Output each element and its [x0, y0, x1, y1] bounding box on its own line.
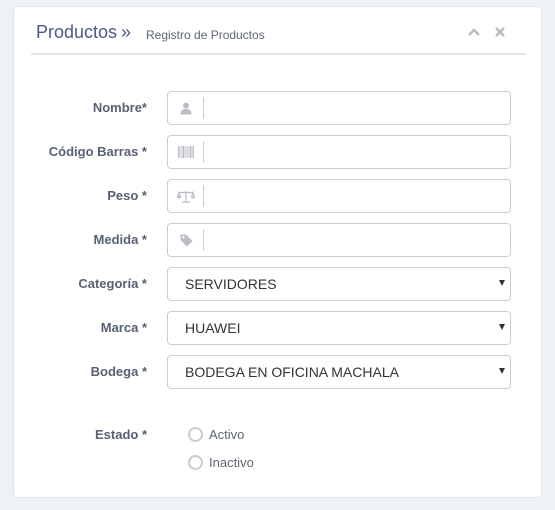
radio-circle[interactable]: [188, 454, 203, 470]
addon-divider: [203, 229, 204, 251]
caret-down-icon: [499, 368, 505, 374]
addon-divider: [203, 97, 204, 119]
panel-header: Productos» Registro de Productos: [31, 7, 526, 55]
radio-activo[interactable]: Activo: [188, 424, 244, 444]
codigo-barras-input-group: [167, 135, 511, 169]
chevron-up-icon[interactable]: [467, 25, 481, 39]
marca-selected-value: HUAWEI: [185, 320, 241, 336]
row-categoria: Categoría * SERVIDORES: [14, 267, 543, 301]
panel-tools: [459, 25, 507, 39]
marca-label: Marca *: [100, 320, 147, 335]
radio-activo-label: Activo: [209, 426, 245, 442]
page-title: Productos»: [36, 22, 131, 43]
row-bodega: Bodega * BODEGA EN OFICINA MACHALA: [14, 355, 543, 389]
nombre-input-group: [167, 91, 511, 125]
categoria-select[interactable]: SERVIDORES: [167, 267, 511, 301]
radio-circle[interactable]: [188, 426, 203, 442]
row-codigo-barras: Código Barras *: [14, 135, 543, 169]
codigo-barras-label: Código Barras *: [48, 144, 147, 159]
breadcrumb-separator: »: [121, 22, 132, 42]
addon-divider: [203, 141, 204, 163]
user-icon: [168, 92, 204, 124]
peso-input[interactable]: [205, 181, 505, 211]
title-text: Productos: [36, 22, 118, 42]
row-medida: Medida *: [14, 223, 543, 257]
codigo-barras-input[interactable]: [205, 137, 505, 167]
medida-label: Medida *: [93, 232, 147, 247]
caret-down-icon: [499, 280, 505, 286]
close-icon[interactable]: [493, 25, 507, 39]
row-nombre: Nombre*: [14, 91, 543, 125]
peso-input-group: [167, 179, 511, 213]
nombre-input[interactable]: [205, 93, 505, 123]
radio-inactivo-label: Inactivo: [209, 454, 254, 470]
categoria-selected-value: SERVIDORES: [185, 276, 277, 292]
page-subtitle: Registro de Productos: [146, 28, 265, 42]
bodega-label: Bodega *: [90, 364, 147, 379]
medida-input[interactable]: [205, 225, 505, 255]
marca-select[interactable]: HUAWEI: [167, 311, 511, 345]
bodega-selected-value: BODEGA EN OFICINA MACHALA: [185, 364, 399, 380]
product-form-panel: Productos» Registro de Productos Nombre*…: [13, 6, 542, 498]
barcode-icon: [168, 136, 204, 168]
radio-inactivo[interactable]: Inactivo: [188, 452, 254, 472]
peso-label: Peso *: [107, 188, 147, 203]
bodega-select[interactable]: BODEGA EN OFICINA MACHALA: [167, 355, 511, 389]
nombre-label: Nombre*: [92, 100, 147, 115]
caret-down-icon: [499, 324, 505, 330]
row-marca: Marca * HUAWEI: [14, 311, 543, 345]
medida-input-group: [167, 223, 511, 257]
estado-label: Estado *: [94, 427, 147, 442]
row-peso: Peso *: [14, 179, 543, 213]
categoria-label: Categoría *: [78, 276, 147, 291]
balance-scale-icon: [168, 180, 204, 212]
addon-divider: [203, 185, 204, 207]
row-estado: Estado *: [14, 418, 543, 452]
tag-icon: [168, 224, 204, 256]
